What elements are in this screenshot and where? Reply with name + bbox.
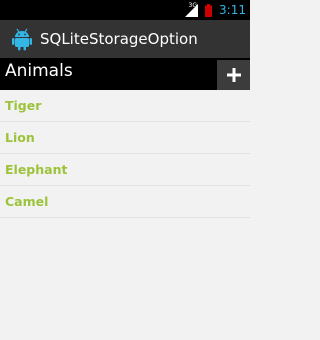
plus-icon [226, 68, 241, 82]
list-item-label: Lion [5, 130, 35, 145]
android-icon[interactable] [10, 27, 34, 51]
signal-icon [185, 3, 199, 17]
app-title: SQLiteStorageOption [40, 30, 198, 48]
list-item[interactable]: Lion [0, 122, 250, 154]
list-header: Animals [0, 58, 250, 90]
list-item-label: Tiger [5, 98, 42, 113]
battery-icon [205, 3, 213, 17]
status-bar: 3G 3:11 [0, 0, 250, 20]
list-item[interactable]: Elephant [0, 154, 250, 186]
animal-list: Tiger Lion Elephant Camel [0, 90, 250, 218]
list-item[interactable]: Tiger [0, 90, 250, 122]
page-title: Animals [5, 61, 73, 81]
add-animal-button[interactable] [217, 60, 250, 90]
list-item-label: Camel [5, 194, 49, 209]
action-bar: SQLiteStorageOption [0, 20, 250, 58]
status-icons: 3:11 [185, 0, 246, 20]
list-item-label: Elephant [5, 162, 68, 177]
clock: 3:11 [219, 3, 246, 17]
list-item[interactable]: Camel [0, 186, 250, 218]
